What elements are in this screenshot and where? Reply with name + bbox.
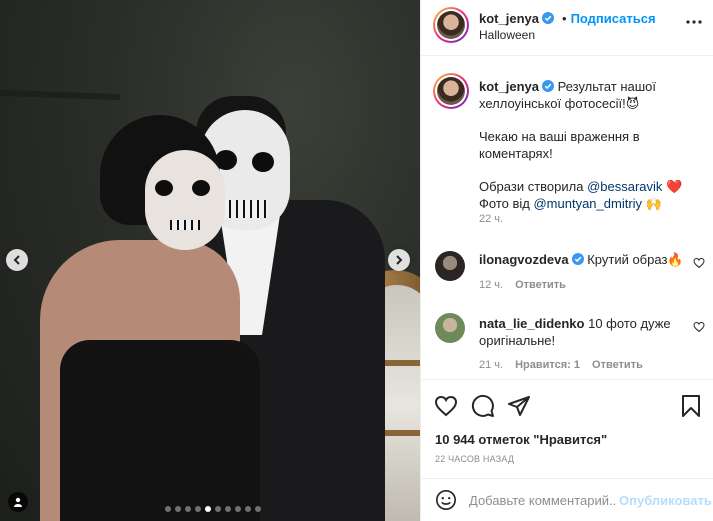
verified-badge-icon xyxy=(571,253,584,265)
carousel-dot xyxy=(205,506,211,512)
more-options-icon[interactable] xyxy=(686,14,702,30)
author-avatar[interactable] xyxy=(433,73,469,109)
tagged-users-button[interactable] xyxy=(8,492,28,512)
carousel-dot xyxy=(185,506,191,512)
comment-text: Крутий образ xyxy=(587,252,668,267)
share-icon[interactable] xyxy=(507,394,531,418)
heart-emoji: ❤️ xyxy=(666,179,683,194)
devil-emoji: 😈 xyxy=(625,96,640,111)
mention-link[interactable]: @muntyan_dmitriy xyxy=(533,196,642,211)
author-username[interactable]: kot_jenya xyxy=(479,11,539,26)
post-header: kot_jenya • Подписаться Halloween xyxy=(421,0,713,56)
comment-icon[interactable] xyxy=(471,394,495,418)
commenter-username[interactable]: ilonagvozdeva xyxy=(479,252,569,267)
author-avatar[interactable] xyxy=(433,7,469,43)
carousel-dot xyxy=(175,506,181,512)
fire-emoji: 🔥 xyxy=(667,252,684,267)
mention-link[interactable]: @bessaravik xyxy=(587,179,662,194)
heart-icon[interactable] xyxy=(693,321,705,333)
carousel-dot xyxy=(165,506,171,512)
raised-hands-emoji: 🙌 xyxy=(645,196,662,211)
chevron-left-icon xyxy=(13,255,20,265)
comment-input[interactable] xyxy=(469,488,617,512)
user-tag-icon xyxy=(14,497,22,507)
chevron-right-icon xyxy=(396,255,403,265)
caption-username[interactable]: kot_jenya xyxy=(479,79,539,94)
carousel-indicator xyxy=(165,506,261,512)
caption-text: Чекаю на ваші враження в коментарях! xyxy=(479,129,640,161)
comment-time[interactable]: 21 ч. xyxy=(479,359,503,371)
carousel-dot xyxy=(245,506,251,512)
post-photo[interactable] xyxy=(0,0,420,521)
carousel-dot xyxy=(195,506,201,512)
reply-button[interactable]: Ответить xyxy=(592,359,643,371)
next-slide-button[interactable] xyxy=(388,249,410,271)
commenter-username[interactable]: nata_lie_didenko xyxy=(479,316,584,331)
caption-time[interactable]: 22 ч. xyxy=(479,213,503,225)
carousel-dot xyxy=(225,506,231,512)
previous-slide-button[interactable] xyxy=(6,249,28,271)
comment-likes[interactable]: Нравится: 1 xyxy=(515,359,580,371)
follow-button[interactable]: Подписаться xyxy=(571,11,656,26)
instagram-post: kot_jenya • Подписаться Halloween kot_jen… xyxy=(0,0,713,521)
caption-text: Фото від xyxy=(479,196,534,211)
post-sidebar: kot_jenya • Подписаться Halloween kot_jen… xyxy=(420,0,713,521)
heart-icon[interactable] xyxy=(693,257,705,269)
verified-badge-icon xyxy=(541,12,554,24)
commenter-avatar[interactable] xyxy=(435,313,465,343)
commenter-avatar[interactable] xyxy=(435,251,465,281)
verified-badge-icon xyxy=(541,80,554,92)
skull-makeup-face xyxy=(145,150,225,250)
carousel-dot xyxy=(255,506,261,512)
header-separator: • xyxy=(562,11,567,26)
bookmark-icon[interactable] xyxy=(679,394,703,418)
comment-time[interactable]: 12 ч. xyxy=(479,279,503,291)
heart-icon[interactable] xyxy=(434,394,458,418)
likes-count[interactable]: 10 944 отметок "Нравится" xyxy=(435,432,607,447)
carousel-dot xyxy=(235,506,241,512)
post-actions: 10 944 отметок "Нравится" 22 ЧАСОВ НАЗАД… xyxy=(421,379,713,521)
reply-button[interactable]: Ответить xyxy=(515,279,566,291)
carousel-dot xyxy=(215,506,221,512)
comments-section[interactable]: kot_jenya Результат нашої хеллоуінської … xyxy=(421,57,713,379)
publish-button[interactable]: Опубликовать xyxy=(619,493,712,508)
add-comment-bar: Опубликовать xyxy=(421,478,713,521)
emoji-icon[interactable] xyxy=(435,489,457,511)
caption-text: Образи створила xyxy=(479,179,588,194)
post-location[interactable]: Halloween xyxy=(479,28,535,42)
post-timestamp[interactable]: 22 ЧАСОВ НАЗАД xyxy=(435,454,514,464)
